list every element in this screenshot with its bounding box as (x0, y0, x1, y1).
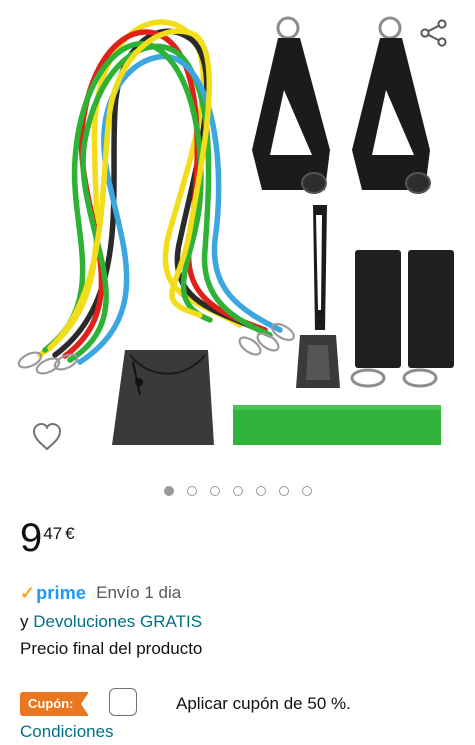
image-carousel-dots (0, 486, 475, 496)
carousel-dot[interactable] (163, 486, 174, 496)
carousel-dot[interactable] (255, 486, 266, 496)
coupon-badge: Cupón: (20, 692, 90, 716)
returns-prefix: y (20, 612, 29, 631)
prime-check-icon: ✓ (20, 583, 36, 603)
carousel-dot[interactable] (209, 486, 220, 496)
carousel-dot[interactable] (301, 486, 312, 496)
free-returns-link[interactable]: Devoluciones GRATIS (33, 612, 202, 631)
coupon-checkbox[interactable] (109, 688, 137, 716)
prime-delivery-row: ✓ prime Envío 1 dia (20, 582, 181, 604)
final-price-note: Precio final del producto (20, 639, 203, 658)
share-icon[interactable] (419, 18, 449, 48)
carousel-dot[interactable] (232, 486, 243, 496)
product-image[interactable] (0, 0, 475, 470)
carousel-dot[interactable] (186, 486, 197, 496)
carousel-dot[interactable] (278, 486, 289, 496)
returns-row: y Devoluciones GRATIS (20, 611, 202, 633)
coupon-conditions-link[interactable]: Condiciones (20, 721, 114, 743)
prime-logo: prime (36, 583, 87, 603)
shipping-text: Envío 1 dia (96, 583, 182, 602)
price-fraction: 47 (43, 524, 63, 543)
price: 947 € (20, 518, 75, 568)
price-currency: € (65, 524, 75, 543)
coupon-text: Aplicar cupón de 50 %. (176, 694, 351, 713)
price-whole: 9 (20, 516, 43, 560)
heart-icon[interactable] (30, 420, 64, 454)
